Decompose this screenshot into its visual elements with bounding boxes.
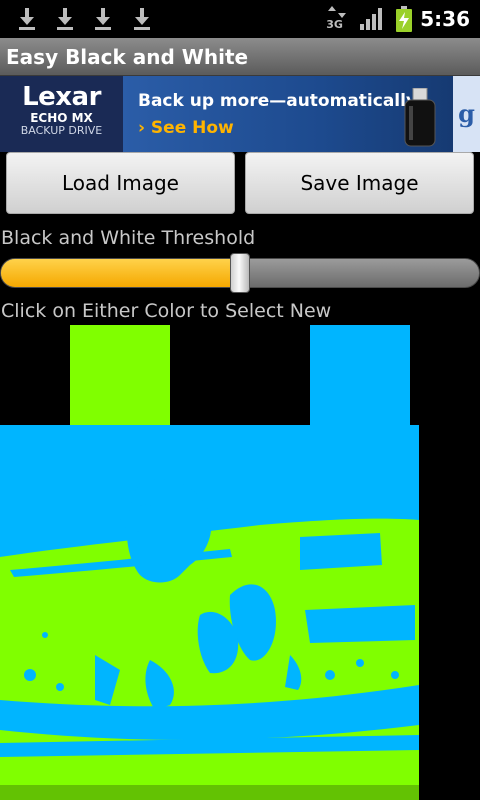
- color-one-swatch[interactable]: [70, 325, 170, 425]
- battery-charging-icon: [396, 6, 413, 32]
- ad-brand-panel: Lexar ECHO MX BACKUP DRIVE: [0, 76, 123, 152]
- threshold-label: Black and White Threshold: [1, 227, 256, 249]
- signal-icon: [360, 8, 383, 30]
- ad-network-logo: g: [453, 76, 480, 152]
- download-icon: [19, 8, 35, 30]
- clock: 5:36: [420, 7, 470, 31]
- ad-message-panel: Back up more—automatically › See How: [123, 76, 453, 152]
- network-3g-icon: 3G: [326, 4, 348, 34]
- download-icon: [95, 8, 111, 30]
- ad-cta-link[interactable]: › See How: [138, 118, 234, 138]
- threshold-slider-fill: [1, 259, 241, 287]
- color-two-swatch[interactable]: [310, 325, 410, 425]
- save-image-button[interactable]: Save Image: [245, 152, 474, 214]
- app-title: Easy Black and White: [0, 38, 480, 76]
- ad-headline: Back up more—automatically: [138, 91, 418, 111]
- ad-product-type: BACKUP DRIVE: [20, 124, 103, 137]
- download-icon: [57, 8, 73, 30]
- ad-brand-logo: Lexar: [22, 82, 101, 112]
- status-bar: 3G 5:36: [0, 0, 480, 38]
- processed-image: [0, 425, 419, 800]
- threshold-slider-thumb[interactable]: [230, 253, 250, 293]
- ad-banner[interactable]: Lexar ECHO MX BACKUP DRIVE Back up more—…: [0, 76, 480, 152]
- color-instruction: Click on Either Color to Select New: [1, 300, 332, 322]
- load-image-button[interactable]: Load Image: [6, 152, 235, 214]
- download-icon: [134, 8, 150, 30]
- usb-drive-image: [404, 88, 436, 147]
